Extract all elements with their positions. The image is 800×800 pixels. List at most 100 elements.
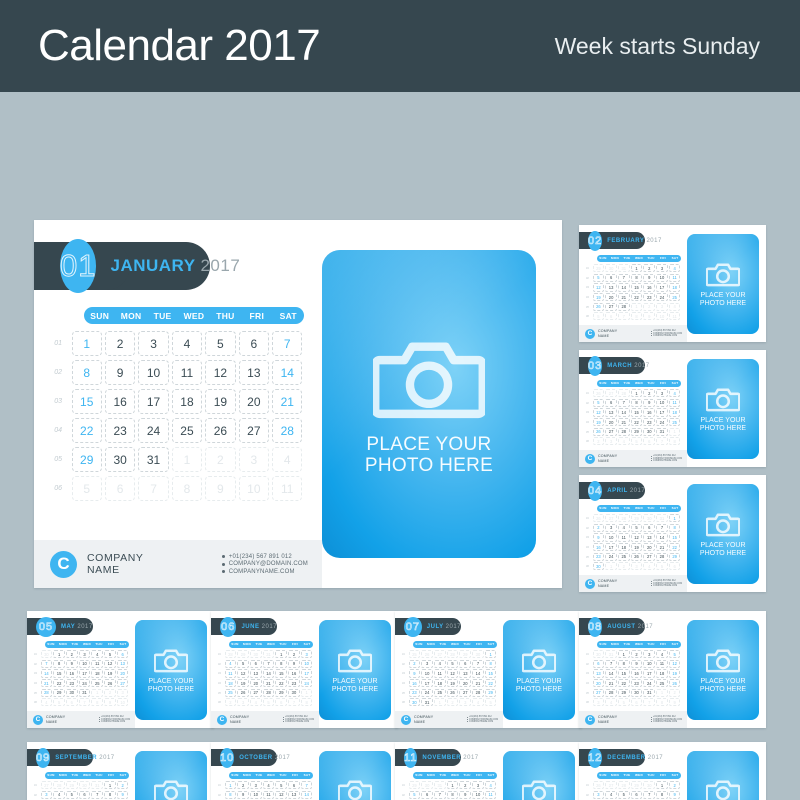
day-cell[interactable]: 8 — [630, 312, 643, 321]
day-cell[interactable]: 11 — [668, 398, 681, 407]
day-cell[interactable]: 6 — [116, 650, 129, 659]
day-cell[interactable]: 23 — [408, 688, 421, 697]
day-cell[interactable]: 12 — [592, 408, 605, 417]
day-cell[interactable]: 4 — [643, 562, 655, 571]
day-cell[interactable]: 7 — [262, 659, 275, 668]
day-cell[interactable]: 24 — [421, 688, 433, 697]
day-cell[interactable]: 18 — [91, 669, 103, 678]
day-cell[interactable]: 3 — [300, 650, 313, 659]
day-cell[interactable]: 4 — [224, 659, 237, 668]
day-cell[interactable]: 17 — [656, 408, 668, 417]
day-cell[interactable]: 9 — [408, 669, 421, 678]
day-cell[interactable]: 3 — [605, 437, 617, 446]
day-cell[interactable]: 9 — [459, 790, 471, 799]
day-cell[interactable]: 3 — [472, 781, 484, 790]
day-cell[interactable]: 30 — [78, 781, 91, 790]
day-cell[interactable]: 5 — [656, 562, 668, 571]
day-cell[interactable]: 16 — [288, 669, 300, 678]
day-cell[interactable]: 15 — [630, 283, 643, 292]
day-cell[interactable]: 4 — [171, 331, 203, 356]
day-cell[interactable]: 10 — [656, 273, 668, 282]
day-cell[interactable]: 26 — [446, 688, 459, 697]
day-cell[interactable]: 29 — [53, 688, 65, 697]
day-cell[interactable]: 18 — [668, 283, 681, 292]
day-cell[interactable]: 30 — [605, 264, 617, 273]
day-cell[interactable]: 2 — [643, 264, 655, 273]
day-cell[interactable]: 10 — [78, 659, 91, 668]
day-cell[interactable]: 31 — [138, 447, 169, 472]
day-cell[interactable]: 27 — [605, 427, 617, 436]
day-cell[interactable]: 2 — [643, 302, 655, 311]
day-cell[interactable]: 8 — [53, 659, 65, 668]
day-cell[interactable]: 27 — [238, 418, 270, 443]
day-cell[interactable]: 13 — [592, 669, 605, 678]
day-cell[interactable]: 13 — [605, 408, 617, 417]
day-cell[interactable]: 4 — [262, 781, 275, 790]
day-cell[interactable]: 4 — [484, 781, 497, 790]
day-cell[interactable]: 2 — [288, 650, 300, 659]
day-cell[interactable]: 26 — [630, 552, 643, 561]
day-cell[interactable]: 9 — [630, 659, 643, 668]
day-cell[interactable]: 12 — [630, 533, 643, 542]
day-cell[interactable]: 16 — [408, 678, 421, 688]
calendar-card-february[interactable]: 02 FEBRUARY 2017 SUN MON TUE WED THU FRI SAT 01 29… — [579, 225, 766, 342]
day-cell[interactable]: 30 — [66, 688, 78, 697]
day-cell[interactable]: 7 — [643, 698, 655, 707]
day-cell[interactable]: 26 — [668, 678, 681, 688]
day-cell[interactable]: 6 — [275, 698, 287, 707]
day-cell[interactable]: 18 — [434, 678, 446, 688]
day-cell[interactable]: 5 — [668, 650, 681, 659]
day-cell[interactable]: 8 — [71, 360, 102, 385]
day-cell[interactable]: 12 — [237, 669, 249, 678]
day-cell[interactable]: 7 — [618, 273, 630, 282]
day-cell[interactable]: 21 — [618, 417, 630, 427]
day-cell[interactable]: 3 — [656, 389, 668, 398]
day-cell[interactable]: 1 — [630, 389, 643, 398]
day-cell[interactable]: 28 — [618, 389, 630, 398]
day-cell[interactable]: 11 — [91, 659, 103, 668]
day-cell[interactable]: 19 — [237, 678, 249, 688]
calendar-card-may[interactable]: 05 MAY 2017 SUN MON TUE WED THU FRI SAT 01 30 1 2 3 4 5… — [27, 611, 214, 728]
day-cell[interactable]: 26 — [104, 678, 116, 688]
day-cell[interactable]: 25 — [656, 678, 668, 688]
day-cell[interactable]: 7 — [605, 659, 617, 668]
day-cell[interactable]: 23 — [592, 552, 605, 561]
calendar-card-march[interactable]: 03 MARCH 2017 SUN MON TUE WED THU FRI SAT 01 26 27 2… — [579, 350, 766, 467]
day-cell[interactable]: 3 — [630, 562, 643, 571]
day-cell[interactable]: 3 — [656, 302, 668, 311]
day-cell[interactable]: 21 — [656, 542, 668, 552]
day-cell[interactable]: 31 — [421, 698, 433, 707]
day-cell[interactable]: 20 — [643, 542, 655, 552]
day-cell[interactable]: 29 — [408, 781, 421, 790]
day-cell[interactable]: 2 — [643, 389, 655, 398]
day-cell[interactable]: 29 — [592, 264, 605, 273]
day-cell[interactable]: 11 — [656, 659, 668, 668]
day-cell[interactable]: 8 — [656, 698, 668, 707]
day-cell[interactable]: 2 — [205, 447, 236, 472]
day-cell[interactable]: 28 — [472, 688, 484, 697]
contact-line[interactable]: COMPANYNAME.COM — [650, 335, 682, 337]
day-cell[interactable]: 9 — [668, 790, 681, 799]
day-cell[interactable]: 4 — [605, 790, 617, 799]
day-cell[interactable]: 15 — [53, 669, 65, 678]
day-cell[interactable]: 10 — [300, 659, 313, 668]
day-cell[interactable]: 21 — [605, 678, 617, 688]
day-cell[interactable]: 21 — [618, 292, 630, 302]
day-cell[interactable]: 5 — [408, 790, 421, 799]
day-cell[interactable]: 25 — [224, 688, 237, 697]
day-cell[interactable]: 30 — [592, 562, 605, 571]
day-cell[interactable]: 11 — [224, 669, 237, 678]
day-cell[interactable]: 2 — [116, 781, 129, 790]
day-cell[interactable]: 26 — [592, 781, 605, 790]
day-cell[interactable]: 5 — [618, 698, 630, 707]
day-cell[interactable]: 29 — [630, 781, 643, 790]
day-cell[interactable]: 5 — [592, 273, 605, 282]
day-cell[interactable]: 24 — [656, 292, 668, 302]
day-cell[interactable]: 6 — [592, 659, 605, 668]
day-cell[interactable]: 2 — [104, 688, 116, 697]
day-cell[interactable]: 14 — [272, 360, 303, 385]
day-cell[interactable]: 19 — [592, 417, 605, 427]
day-cell[interactable]: 28 — [53, 781, 65, 790]
day-cell[interactable]: 5 — [275, 781, 287, 790]
day-cell[interactable]: 7 — [472, 659, 484, 668]
